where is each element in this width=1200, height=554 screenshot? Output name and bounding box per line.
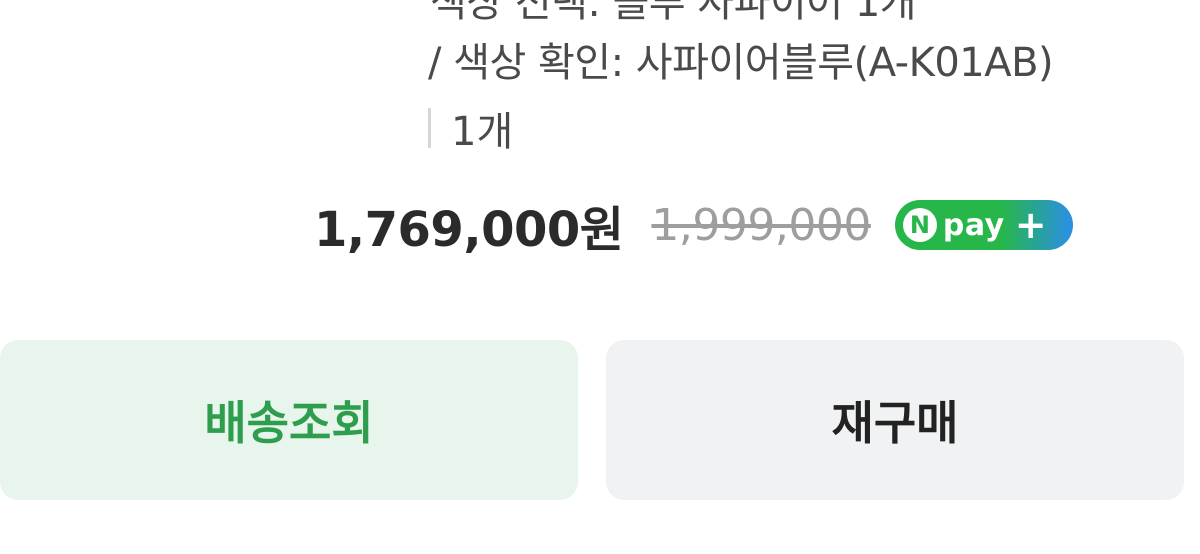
naver-n-icon: N	[902, 208, 937, 242]
price-row: 1,769,000원 1,999,000 N pay +	[314, 190, 1073, 260]
reorder-label: 재구매	[831, 396, 959, 450]
option-color-text: / 색상 확인: 사파이어블루(A-K01AB)	[428, 40, 1054, 86]
plus-icon: +	[1014, 203, 1047, 247]
original-price: 1,999,000	[651, 199, 871, 251]
option-text-cutoff: 색상 선택: 블루 사파이어 1개	[430, 0, 917, 26]
quantity-text: 1개	[451, 109, 514, 155]
track-delivery-label: 배송조회	[204, 396, 374, 450]
npay-plus-badge: N pay +	[894, 200, 1073, 250]
reorder-button[interactable]: 재구매	[606, 340, 1184, 500]
quantity-divider	[428, 108, 431, 148]
npay-text: pay	[942, 207, 1005, 243]
track-delivery-button[interactable]: 배송조회	[0, 340, 578, 500]
order-item-card: 색상 선택: 블루 사파이어 1개 / 색상 확인: 사파이어블루(A-K01A…	[0, 0, 1200, 554]
quantity-row: 1개	[428, 100, 513, 156]
sale-price: 1,769,000원	[314, 202, 624, 258]
